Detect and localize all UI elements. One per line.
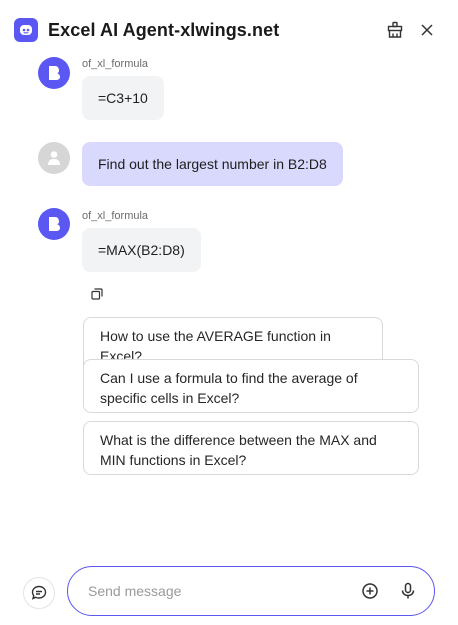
new-chat-button[interactable]: [23, 577, 55, 609]
user-message-bubble: Find out the largest number in B2:D8: [82, 142, 343, 186]
bot-message-bubble: =MAX(B2:D8): [82, 228, 201, 272]
sender-name: of_xl_formula: [82, 58, 149, 70]
plus-circle-icon: [362, 583, 378, 599]
add-attachment-button[interactable]: [358, 579, 382, 603]
bot-message-bubble: =C3+10: [82, 76, 164, 120]
close-icon: [421, 24, 433, 36]
suggestion-chip[interactable]: Can I use a formula to find the average …: [83, 359, 419, 413]
bot-avatar: [38, 208, 70, 240]
sender-name: of_xl_formula: [82, 210, 149, 222]
microphone-icon: [401, 582, 415, 599]
bot-avatar: [38, 57, 70, 89]
message-composer: [67, 566, 435, 616]
broom-icon: [387, 21, 403, 38]
chat-bubble-plus-icon: [31, 585, 47, 600]
user-avatar: [38, 142, 70, 174]
voice-input-button[interactable]: [396, 579, 420, 603]
copy-icon: [91, 288, 103, 300]
close-button[interactable]: [415, 18, 439, 42]
page-title: Excel AI Agent-xlwings.net: [48, 19, 280, 40]
suggestion-chip[interactable]: What is the difference between the MAX a…: [83, 421, 419, 475]
robot-face-icon: [14, 18, 38, 42]
clear-history-button[interactable]: [383, 18, 407, 42]
copy-button[interactable]: [91, 287, 105, 301]
message-input[interactable]: [88, 583, 344, 599]
